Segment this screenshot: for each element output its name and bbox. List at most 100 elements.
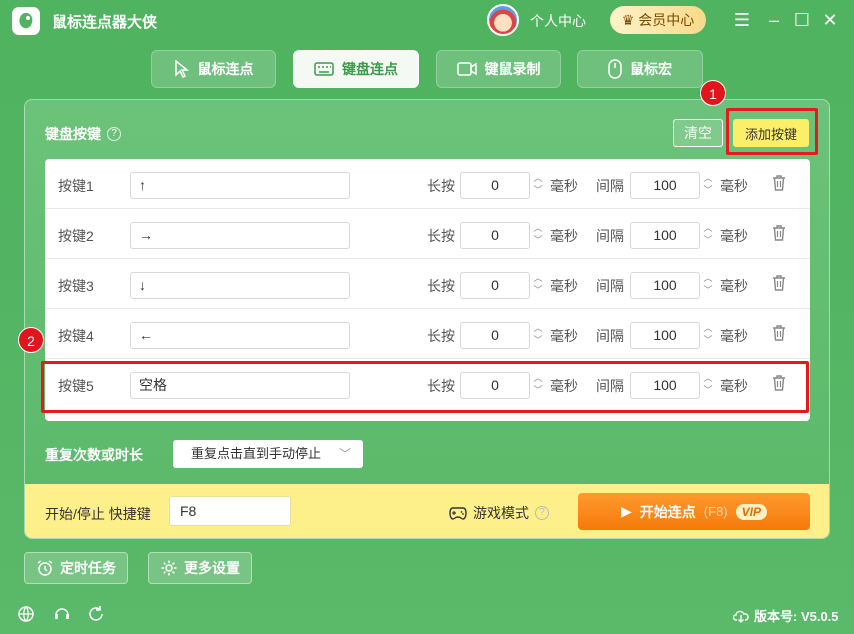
- vip-center-label: 会员中心: [638, 12, 695, 28]
- interval-stepper[interactable]: ︿ ﹀: [701, 222, 715, 249]
- hold-label: 长按: [427, 278, 455, 294]
- repeat-select[interactable]: 重复点击直到手动停止 ﹀: [173, 440, 363, 468]
- highlight-key5-row: [41, 361, 809, 413]
- interval-input[interactable]: 100: [630, 172, 700, 199]
- more-settings-label: 更多设置: [184, 560, 240, 576]
- tab-mouse-macro[interactable]: 鼠标宏: [577, 50, 703, 88]
- start-button[interactable]: ▶ 开始连点 (F8) VIP: [578, 493, 810, 530]
- start-shortcut: (F8): [703, 504, 728, 519]
- help-icon[interactable]: ?: [535, 506, 549, 520]
- hold-input[interactable]: 0: [460, 272, 530, 299]
- unit-label: 毫秒: [550, 328, 578, 344]
- help-icon[interactable]: ?: [107, 127, 121, 141]
- key-row: 按键3 ↓ 长按 0 ︿ ﹀ 毫秒 间隔 100 ︿ ﹀ 毫秒: [45, 259, 810, 309]
- key-row: 按键1 ↑ 长按 0 ︿ ﹀ 毫秒 间隔 100 ︿ ﹀ 毫秒: [45, 159, 810, 209]
- interval-stepper[interactable]: ︿ ﹀: [701, 272, 715, 299]
- key-input[interactable]: ←: [130, 322, 350, 349]
- keyboard-icon: [314, 62, 334, 76]
- section-title-text: 键盘按键: [45, 126, 101, 142]
- hold-input[interactable]: 0: [460, 172, 530, 199]
- unit-label: 毫秒: [720, 328, 748, 344]
- hold-stepper[interactable]: ︿ ﹀: [531, 222, 545, 249]
- close-icon[interactable]: ✕: [820, 10, 840, 30]
- key-input[interactable]: →: [130, 222, 350, 249]
- cursor-icon: [174, 60, 189, 78]
- user-center-link[interactable]: 个人中心: [530, 11, 586, 31]
- vip-center-button[interactable]: ♛ 会员中心: [610, 6, 706, 34]
- hotkey-label: 开始/停止 快捷键: [45, 506, 151, 522]
- unit-label: 毫秒: [550, 178, 578, 194]
- alarm-clock-icon: [37, 560, 53, 576]
- play-icon: ▶: [621, 503, 632, 519]
- interval-label: 间隔: [596, 228, 624, 244]
- highlight-add-button: [726, 108, 818, 155]
- game-mode-toggle[interactable]: 游戏模式 ?: [449, 503, 549, 523]
- globe-icon[interactable]: [16, 604, 36, 624]
- hold-stepper[interactable]: ︿ ﹀: [531, 272, 545, 299]
- unit-label: 毫秒: [720, 228, 748, 244]
- clear-button[interactable]: 清空: [673, 119, 723, 147]
- interval-label: 间隔: [596, 328, 624, 344]
- repeat-selected-value: 重复点击直到手动停止: [191, 446, 322, 461]
- interval-input[interactable]: 100: [630, 322, 700, 349]
- tab-mouse-click[interactable]: 鼠标连点: [151, 50, 276, 88]
- key-label: 按键3: [58, 278, 94, 294]
- mouse-icon: [608, 59, 622, 79]
- tab-record[interactable]: 键鼠录制: [436, 50, 561, 88]
- interval-stepper[interactable]: ︿ ﹀: [701, 322, 715, 349]
- key-input[interactable]: ↑: [130, 172, 350, 199]
- key-label: 按键2: [58, 228, 94, 244]
- avatar[interactable]: [487, 4, 519, 36]
- game-mode-label: 游戏模式: [473, 505, 529, 521]
- hold-input[interactable]: 0: [460, 222, 530, 249]
- menu-icon[interactable]: ☰: [732, 10, 752, 30]
- version-info: 版本号: V5.0.5: [733, 606, 839, 625]
- hotkey-input[interactable]: F8: [169, 496, 291, 526]
- trash-icon[interactable]: [771, 274, 787, 292]
- unit-label: 毫秒: [550, 228, 578, 244]
- interval-stepper[interactable]: ︿ ﹀: [701, 172, 715, 199]
- minimize-icon[interactable]: –: [764, 10, 784, 30]
- unit-label: 毫秒: [720, 178, 748, 194]
- hold-input[interactable]: 0: [460, 322, 530, 349]
- interval-input[interactable]: 100: [630, 272, 700, 299]
- trash-icon[interactable]: [771, 324, 787, 342]
- tab-keyboard-click[interactable]: 键盘连点: [293, 50, 419, 88]
- support-icon[interactable]: [52, 604, 72, 624]
- refresh-icon[interactable]: [86, 604, 106, 624]
- video-icon: [456, 62, 477, 76]
- section-title: 键盘按键 ?: [45, 124, 121, 144]
- more-settings-button[interactable]: 更多设置: [148, 552, 252, 584]
- trash-icon[interactable]: [771, 224, 787, 242]
- timer-task-button[interactable]: 定时任务: [24, 552, 128, 584]
- trash-icon[interactable]: [771, 174, 787, 192]
- crown-icon: ♛: [621, 11, 635, 28]
- key-row: 按键2 → 长按 0 ︿ ﹀ 毫秒 间隔 100 ︿ ﹀ 毫秒: [45, 209, 810, 259]
- hold-label: 长按: [427, 328, 455, 344]
- gamepad-icon: [449, 507, 467, 520]
- control-bar: 开始/停止 快捷键 F8 游戏模式 ? ▶ 开始连点 (F8) VIP: [25, 484, 829, 538]
- hold-stepper[interactable]: ︿ ﹀: [531, 322, 545, 349]
- key-label: 按键4: [58, 328, 94, 344]
- interval-input[interactable]: 100: [630, 222, 700, 249]
- hold-label: 长按: [427, 178, 455, 194]
- step-badge: 1: [700, 80, 726, 106]
- repeat-label: 重复次数或时长: [45, 447, 143, 463]
- interval-label: 间隔: [596, 178, 624, 194]
- maximize-icon[interactable]: ☐: [792, 10, 812, 30]
- main-card: 键盘按键 ? 清空 添加按键 按键1 ↑ 长按 0 ︿ ﹀ 毫秒 间隔 100 ︿…: [24, 99, 830, 539]
- gear-icon: [161, 560, 177, 576]
- tab-label: 键盘连点: [342, 61, 398, 77]
- timer-task-label: 定时任务: [60, 560, 116, 576]
- step-badge: 2: [18, 327, 44, 353]
- hold-stepper[interactable]: ︿ ﹀: [531, 172, 545, 199]
- tab-label: 鼠标连点: [197, 61, 254, 77]
- title-bar: 鼠标连点器大侠 个人中心 ♛ 会员中心 ☰ – ☐ ✕: [0, 0, 854, 40]
- chevron-down-icon: ﹀: [338, 447, 351, 461]
- tab-label: 鼠标宏: [630, 61, 672, 77]
- key-input[interactable]: ↓: [130, 272, 350, 299]
- unit-label: 毫秒: [550, 278, 578, 294]
- interval-label: 间隔: [596, 278, 624, 294]
- key-row: 按键4 ← 长按 0 ︿ ﹀ 毫秒 间隔 100 ︿ ﹀ 毫秒: [45, 309, 810, 359]
- tab-label: 键鼠录制: [484, 61, 541, 77]
